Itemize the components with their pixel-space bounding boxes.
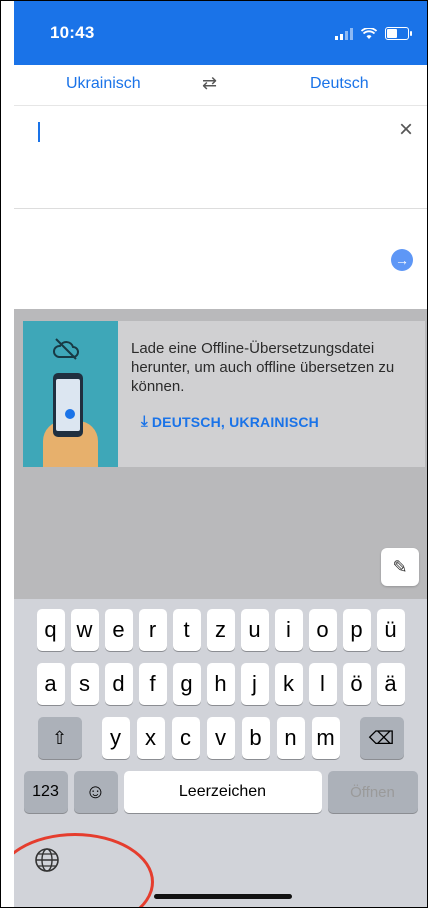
wifi-icon (361, 27, 377, 39)
key[interactable]: w (70, 609, 99, 651)
backspace-key-icon[interactable]: ⌫ (359, 717, 404, 759)
key[interactable]: ä (376, 663, 405, 705)
key[interactable]: u (240, 609, 269, 651)
key[interactable]: b (241, 717, 270, 759)
keyboard-row-4: 123 ☺ Leerzeichen Öffnen (14, 771, 427, 813)
home-indicator[interactable] (154, 894, 292, 899)
offline-download-card: Lade eine Offline-Übersetzungsdatei heru… (23, 321, 425, 467)
key[interactable]: ö (342, 663, 371, 705)
text-input-area[interactable]: × (14, 106, 427, 209)
key[interactable]: s (70, 663, 99, 705)
numbers-key[interactable]: 123 (23, 771, 68, 813)
space-key[interactable]: Leerzeichen (123, 771, 322, 813)
app-screen: 10:43 Ukrainisch ⇄ Deutsch × → Lade eine… (14, 1, 427, 907)
key[interactable]: l (308, 663, 337, 705)
phone-graphic (53, 373, 83, 437)
key[interactable]: f (138, 663, 167, 705)
offline-message: Lade eine Offline-Übersetzungsdatei heru… (131, 340, 395, 395)
key[interactable]: o (308, 609, 337, 651)
download-languages-link[interactable]: ⤓ DEUTSCH, UKRAINISCH (141, 413, 319, 430)
cloud-off-icon (53, 338, 79, 360)
key[interactable]: t (172, 609, 201, 651)
phone-frame: 10:43 Ukrainisch ⇄ Deutsch × → Lade eine… (0, 0, 428, 908)
key[interactable]: d (104, 663, 133, 705)
key[interactable]: r (138, 609, 167, 651)
key[interactable]: n (276, 717, 305, 759)
download-label: DEUTSCH, UKRAINISCH (151, 413, 319, 430)
shift-key-icon[interactable]: ⇧ (37, 717, 82, 759)
emoji-key-icon[interactable]: ☺ (73, 771, 118, 813)
key[interactable]: p (342, 609, 371, 651)
keyboard-row-1: q w e r t z u i o p ü (14, 609, 427, 651)
signal-icon (335, 27, 353, 40)
key[interactable]: k (274, 663, 303, 705)
key[interactable]: e (104, 609, 133, 651)
status-bar: 10:43 (14, 1, 427, 65)
battery-icon (385, 27, 412, 40)
target-language-button[interactable]: Deutsch (310, 75, 369, 93)
keyboard-row-2: a s d f g h j k l ö ä (14, 663, 427, 705)
key[interactable]: a (36, 663, 65, 705)
translation-output-area: → (14, 209, 427, 309)
key[interactable]: y (101, 717, 130, 759)
key[interactable]: ü (376, 609, 405, 651)
key[interactable]: j (240, 663, 269, 705)
keyboard-row-3: ⇧ y x c v b n m ⌫ (14, 717, 427, 759)
clear-icon[interactable]: × (399, 116, 413, 144)
key[interactable]: v (206, 717, 235, 759)
key[interactable]: c (171, 717, 200, 759)
handwriting-pen-icon[interactable]: ✎ (381, 548, 419, 586)
translate-arrow-icon[interactable]: → (391, 249, 413, 271)
status-time: 10:43 (50, 23, 95, 42)
download-icon: ⤓ (141, 413, 148, 430)
key[interactable]: i (274, 609, 303, 651)
key[interactable]: h (206, 663, 235, 705)
key[interactable]: z (206, 609, 235, 651)
language-bar: Ukrainisch ⇄ Deutsch (14, 65, 427, 106)
key[interactable]: m (311, 717, 340, 759)
status-icons (335, 27, 412, 40)
key[interactable]: q (36, 609, 65, 651)
offline-illustration (23, 321, 118, 467)
swap-languages-icon[interactable]: ⇄ (202, 73, 217, 94)
source-language-button[interactable]: Ukrainisch (66, 75, 141, 93)
return-key[interactable]: Öffnen (327, 771, 418, 813)
key[interactable]: x (136, 717, 165, 759)
text-cursor (38, 122, 40, 142)
key[interactable]: g (172, 663, 201, 705)
